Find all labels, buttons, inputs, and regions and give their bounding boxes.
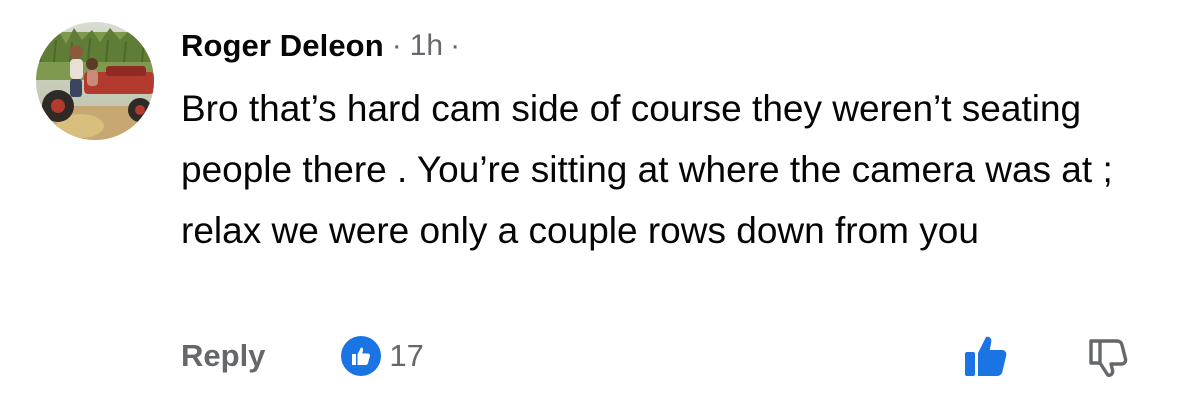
comment-timestamp[interactable]: 1h — [410, 29, 443, 63]
comment-header: Roger Deleon · 1h · — [181, 26, 460, 66]
avatar[interactable] — [36, 22, 154, 140]
comment-actions: Reply 17 — [181, 332, 424, 380]
comment-text: Bro that’s hard cam side of course they … — [181, 88, 1113, 251]
separator-dot: · — [391, 29, 402, 62]
thumbs-down-icon — [1089, 339, 1128, 377]
like-button[interactable] — [960, 332, 1012, 380]
thumbs-up-icon — [965, 336, 1007, 376]
separator-dot-trailing: · — [450, 29, 461, 62]
reaction-count: 17 — [389, 338, 424, 373]
dislike-button[interactable] — [1083, 334, 1131, 380]
author-name[interactable]: Roger Deleon — [181, 28, 384, 64]
thumbs-up-icon — [341, 336, 382, 376]
reply-button[interactable]: Reply — [181, 338, 265, 374]
profile-photo-icon — [36, 22, 154, 140]
reaction-summary[interactable]: 17 — [341, 336, 424, 376]
